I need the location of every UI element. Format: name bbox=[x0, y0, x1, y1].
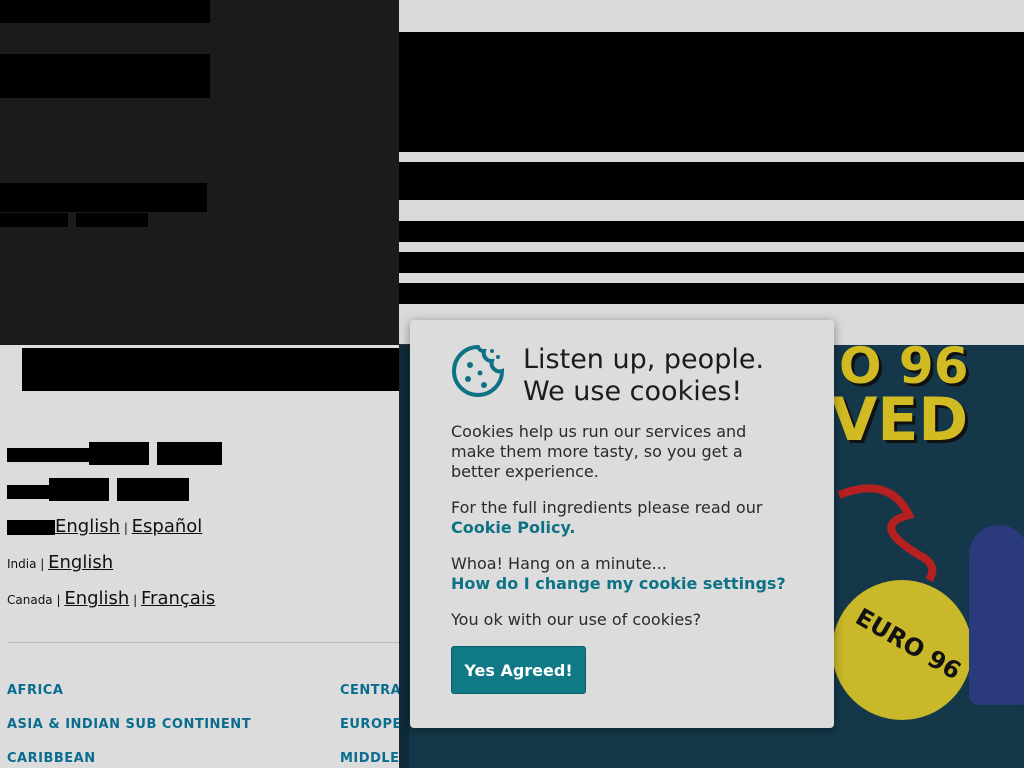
redacted-block bbox=[117, 478, 189, 501]
redacted-block bbox=[0, 213, 68, 227]
region-link-africa[interactable]: AFRICA bbox=[7, 683, 63, 698]
section-divider bbox=[7, 642, 399, 643]
cookie-question: You ok with our use of cookies? bbox=[451, 610, 702, 629]
redacted-block bbox=[399, 32, 1024, 152]
language-row-canada: Canada | English | Français bbox=[7, 588, 216, 609]
header-dark-panel bbox=[0, 0, 399, 345]
region-link-caribbean[interactable]: CARIBBEAN bbox=[7, 751, 96, 766]
euro-badge-text: EURO 96 bbox=[850, 602, 966, 686]
player-figure bbox=[969, 525, 1024, 705]
redacted-block bbox=[399, 162, 1024, 200]
euro-badge: EURO 96 bbox=[832, 580, 972, 720]
cookie-intro-text: Cookies help us run our services and mak… bbox=[451, 422, 747, 481]
agree-button[interactable]: Yes Agreed! bbox=[451, 646, 586, 694]
redacted-block bbox=[157, 442, 222, 465]
whoa-text: Whoa! Hang on a minute... bbox=[451, 554, 667, 573]
redacted-block bbox=[7, 485, 49, 499]
language-row-1: English | Español bbox=[7, 516, 202, 537]
redacted-block bbox=[399, 252, 1024, 273]
hero-headline-2: VED bbox=[831, 385, 969, 455]
redacted-block bbox=[0, 54, 210, 98]
cookie-settings-link[interactable]: How do I change my cookie settings? bbox=[451, 574, 786, 593]
cookie-modal: Listen up, people. We use cookies! Cooki… bbox=[410, 320, 834, 728]
lang-link-english[interactable]: English bbox=[55, 516, 120, 537]
lang-link-francais[interactable]: Français bbox=[141, 588, 215, 609]
cookie-icon bbox=[452, 344, 505, 397]
cookie-policy-link[interactable]: Cookie Policy. bbox=[451, 518, 575, 537]
title-line-2: We use cookies! bbox=[523, 376, 743, 407]
region-link-asia[interactable]: ASIA & INDIAN SUB CONTINENT bbox=[7, 717, 251, 732]
country-label: Canada bbox=[7, 593, 53, 607]
redacted-block bbox=[399, 283, 1024, 304]
redacted-block bbox=[399, 221, 1024, 242]
redacted-block bbox=[0, 0, 210, 23]
redacted-block bbox=[76, 213, 148, 227]
squiggle-graphic bbox=[837, 484, 937, 583]
redacted-block bbox=[7, 448, 89, 462]
ingredients-text: For the full ingredients please read our bbox=[451, 498, 763, 517]
lang-link-espanol[interactable]: Español bbox=[132, 516, 203, 537]
settings-paragraph: Whoa! Hang on a minute... How do I chang… bbox=[451, 554, 791, 594]
region-link-central[interactable]: CENTRA bbox=[340, 683, 401, 698]
country-label: India bbox=[7, 557, 37, 571]
lang-link-english[interactable]: English bbox=[48, 552, 113, 573]
redacted-block bbox=[0, 183, 207, 212]
lang-link-english[interactable]: English bbox=[64, 588, 129, 609]
redacted-block bbox=[7, 520, 55, 535]
hero-edge bbox=[399, 345, 409, 768]
redacted-block bbox=[22, 348, 399, 391]
redacted-block bbox=[89, 442, 149, 465]
ingredients-paragraph: For the full ingredients please read our… bbox=[451, 498, 791, 538]
title-line-1: Listen up, people. bbox=[523, 344, 765, 375]
region-link-europe[interactable]: EUROPE bbox=[340, 717, 402, 732]
region-link-middle[interactable]: MIDDLE bbox=[340, 751, 400, 766]
cookie-modal-title: Listen up, people. We use cookies! bbox=[523, 344, 764, 408]
language-row-india: India | English bbox=[7, 552, 114, 573]
redacted-block bbox=[49, 478, 109, 501]
